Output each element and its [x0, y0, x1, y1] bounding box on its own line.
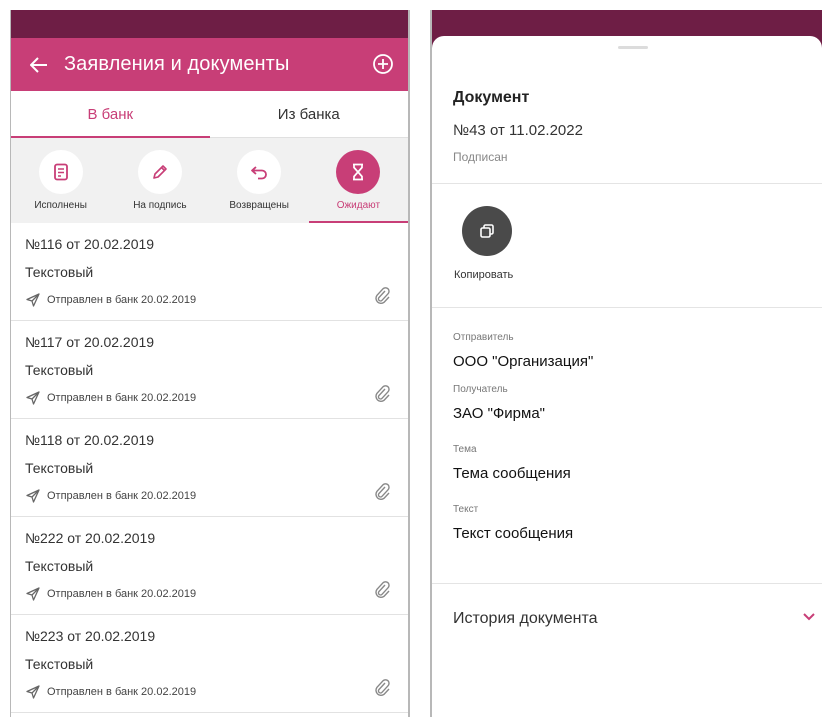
document-history-toggle[interactable]: История документа [432, 584, 822, 654]
document-number: №223 от 20.02.2019 [25, 628, 156, 644]
subject-label: Тема [453, 444, 477, 455]
document-type: Текстовый [25, 656, 94, 672]
paperclip-icon [375, 483, 390, 500]
filter-pending[interactable]: Ожидают [309, 138, 408, 223]
list-item[interactable]: №116 от 20.02.2019 Текстовый Отправлен в… [11, 223, 408, 321]
tab-to-bank[interactable]: В банк [11, 91, 210, 137]
document-fields: Отправитель ООО "Организация" Получатель… [432, 308, 822, 584]
sender-value: ООО "Организация" [453, 353, 594, 370]
text-value: Текст сообщения [453, 525, 574, 542]
document-header: Документ №43 от 11.02.2022 Подписан [432, 36, 822, 184]
send-icon [26, 391, 40, 405]
filter-label: На подпись [133, 200, 187, 211]
document-title: Документ [453, 89, 530, 106]
paperclip-icon [375, 385, 390, 402]
list-item[interactable]: №223 от 20.02.2019 Текстовый Отправлен в… [11, 615, 408, 713]
send-icon [26, 489, 40, 503]
back-arrow-icon[interactable] [28, 54, 50, 76]
text-label: Текст [453, 504, 479, 515]
recipient-value: ЗАО "Фирма" [453, 405, 545, 422]
document-detail-screen: Документ №43 от 11.02.2022 Подписан Копи… [430, 10, 822, 717]
filter-label: Исполнены [34, 200, 87, 211]
document-icon [38, 150, 83, 194]
tab-from-bank[interactable]: Из банка [210, 91, 409, 137]
return-arrow-icon [237, 150, 282, 194]
document-type: Текстовый [25, 362, 94, 378]
document-status: Отправлен в банк 20.02.2019 [25, 292, 394, 308]
status-text: Отправлен в банк 20.02.2019 [47, 294, 197, 306]
paperclip-icon [375, 679, 390, 696]
copy-label: Копировать [454, 269, 514, 281]
paperclip-icon [375, 287, 390, 304]
list-item[interactable]: №222 от 20.02.2019 Текстовый Отправлен в… [11, 517, 408, 615]
status-filters: Исполнены На подпись Возвращены Ожидают [11, 138, 408, 223]
filter-to-sign[interactable]: На подпись [110, 138, 209, 223]
document-status: Отправлен в банк 20.02.2019 [25, 488, 394, 504]
chevron-down-icon [803, 613, 815, 621]
sheet-drag-handle[interactable] [618, 46, 648, 49]
document-type: Текстовый [25, 264, 94, 280]
pen-icon [137, 150, 182, 194]
filter-label: Возвращены [229, 200, 289, 211]
filter-returned[interactable]: Возвращены [210, 138, 309, 223]
status-bar [11, 10, 408, 38]
document-type: Текстовый [25, 558, 94, 574]
copy-icon [480, 224, 494, 238]
status-text: Отправлен в банк 20.02.2019 [47, 686, 197, 698]
document-type: Текстовый [25, 460, 94, 476]
app-bar: Заявления и документы [11, 38, 408, 91]
document-number: №116 от 20.02.2019 [25, 236, 155, 252]
list-item[interactable]: №117 от 20.02.2019 Текстовый Отправлен в… [11, 321, 408, 419]
send-icon [26, 293, 40, 307]
document-status: Отправлен в банк 20.02.2019 [25, 390, 394, 406]
documents-list-screen: Заявления и документы В банк Из банка Ис… [10, 10, 410, 717]
add-circle-icon[interactable] [372, 53, 394, 75]
tab-bar: В банк Из банка [11, 91, 408, 138]
list-item[interactable]: №118 от 20.02.2019 Текстовый Отправлен в… [11, 419, 408, 517]
send-icon [26, 587, 40, 601]
hourglass-icon [336, 150, 381, 194]
sender-label: Отправитель [453, 332, 514, 343]
document-status: Отправлен в банк 20.02.2019 [25, 586, 394, 602]
paperclip-icon [375, 581, 390, 598]
document-status: Отправлен в банк 20.02.2019 [25, 684, 394, 700]
document-state: Подписан [453, 150, 508, 164]
document-list: №116 от 20.02.2019 Текстовый Отправлен в… [11, 223, 408, 713]
document-number: №117 от 20.02.2019 [25, 334, 155, 350]
document-number: №118 от 20.02.2019 [25, 432, 155, 448]
status-text: Отправлен в банк 20.02.2019 [47, 392, 197, 404]
send-icon [26, 685, 40, 699]
filter-executed[interactable]: Исполнены [11, 138, 110, 223]
copy-button[interactable] [462, 206, 512, 256]
filter-label: Ожидают [336, 200, 381, 211]
recipient-label: Получатель [453, 384, 508, 395]
status-text: Отправлен в банк 20.02.2019 [47, 490, 197, 502]
document-actions: Копировать [432, 184, 822, 308]
bottom-sheet: Документ №43 от 11.02.2022 Подписан Копи… [432, 36, 822, 717]
document-number: №222 от 20.02.2019 [25, 530, 156, 546]
history-label: История документа [453, 610, 598, 627]
subject-value: Тема сообщения [453, 465, 571, 482]
status-text: Отправлен в банк 20.02.2019 [47, 588, 197, 600]
document-number: №43 от 11.02.2022 [453, 122, 583, 139]
page-title: Заявления и документы [64, 53, 290, 75]
